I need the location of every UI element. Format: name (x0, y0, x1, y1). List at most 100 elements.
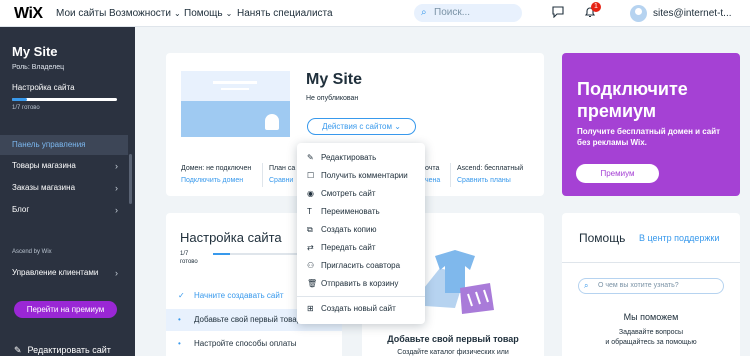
menu-item-label: Создать копию (321, 225, 377, 234)
menu-item-view-site[interactable]: ◉ Смотреть сайт (297, 185, 425, 203)
sidebar-item-label: Товары магазина (12, 161, 76, 170)
nav-hire-expert-label: Нанять специалиста (237, 8, 333, 19)
trash-icon: 🗑 (307, 279, 318, 288)
menu-item-label: Отправить в корзину (321, 279, 399, 288)
support-center-link[interactable]: В центр поддержки (639, 233, 719, 243)
transfer-icon: ⇄ (307, 243, 314, 252)
help-text: Задавайте вопросы и обращайтесь за помощ… (562, 328, 740, 348)
sidebar-role: Роль: Владелец (12, 64, 65, 71)
add-product-title: Добавьте свой первый товар (387, 334, 519, 344)
menu-item-rename[interactable]: T Переименовать (297, 203, 425, 221)
pencil-icon: ✎ (307, 153, 314, 162)
compare-plans-link[interactable]: Сравни (269, 175, 295, 187)
edit-site-button[interactable]: ✎ Редактировать сайт (14, 345, 111, 356)
bullet-icon: • (178, 339, 181, 348)
plan-label: План са (269, 165, 296, 172)
sidebar-item-dashboard[interactable]: Панель управления (0, 135, 128, 155)
copy-icon: ⧉ (307, 225, 313, 234)
add-product-subtitle: Создайте каталог физических или (397, 349, 509, 356)
sidebar: My Site Роль: Владелец Настройка сайта 1… (0, 27, 135, 356)
text-icon: T (307, 207, 312, 216)
help-text-line: и обращайтесь за помощью (605, 339, 697, 346)
top-bar: WiX Мои сайты Возможности ⌄ Помощь ⌄ Нанят… (0, 0, 750, 27)
mail-info: очта чена (425, 163, 440, 187)
sidebar-item-label: Управление клиентами (12, 268, 99, 277)
help-heading: Помощь (579, 231, 626, 245)
setup-step[interactable]: • Настройте способы оплаты (166, 333, 342, 355)
nav-features[interactable]: Возможности ⌄ (109, 8, 181, 19)
wix-logo[interactable]: WiX (14, 5, 43, 23)
menu-item-new-site[interactable]: ⊞ Создать новый сайт (297, 300, 425, 318)
menu-item-trash[interactable]: 🗑 Отправить в корзину (297, 275, 425, 293)
go-premium-button[interactable]: Перейти на премиум (14, 301, 117, 318)
premium-card: Подключите премиум Получите бесплатный д… (562, 53, 740, 196)
help-search-input[interactable]: ⌕ О чем вы хотите узнать? (578, 278, 724, 294)
setup-step-label: Начните создавать сайт (194, 291, 284, 300)
chevron-down-icon: ⌄ (225, 9, 233, 18)
sidebar-setup-label[interactable]: Настройка сайта (12, 83, 75, 92)
sidebar-site-title: My Site (12, 44, 58, 59)
setup-heading: Настройка сайта (180, 230, 282, 245)
premium-button[interactable]: Премиум (576, 164, 659, 183)
sidebar-scrollbar[interactable] (129, 154, 132, 204)
mail-link[interactable]: чена (425, 175, 440, 187)
menu-item-label: Смотреть сайт (321, 189, 376, 198)
site-actions-label: Действия с сайтом (322, 122, 392, 131)
nav-my-sites[interactable]: Мои сайты (56, 8, 106, 19)
sidebar-section-label: Ascend by Wix (12, 249, 52, 255)
menu-item-label: Передать сайт (321, 243, 376, 252)
sidebar-item-blog[interactable]: Блог › (0, 200, 128, 220)
domain-label: Домен: не подключен (181, 165, 252, 172)
site-actions-button[interactable]: Действия с сайтом ⌄ (307, 118, 416, 135)
sidebar-item-label: Заказы магазина (12, 183, 76, 192)
divider (562, 262, 740, 263)
thumbnail-line (213, 81, 257, 84)
chevron-down-icon: ⌄ (173, 9, 181, 18)
user-email[interactable]: sites@internet-t... (653, 8, 732, 19)
connect-domain-link[interactable]: Подключить домен (181, 175, 251, 187)
menu-item-label: Пригласить соавтора (321, 261, 401, 270)
premium-heading-line: Подключите (577, 79, 688, 99)
menu-item-edit[interactable]: ✎ Редактировать (297, 149, 425, 167)
search-icon: ⌕ (584, 281, 589, 290)
menu-item-duplicate[interactable]: ⧉ Создать копию (297, 221, 425, 239)
menu-item-label: Создать новый сайт (321, 304, 396, 313)
site-thumbnail[interactable] (181, 71, 290, 137)
thumbnail-tree (265, 114, 279, 130)
eye-icon: ◉ (307, 189, 314, 198)
pencil-icon: ✎ (14, 345, 22, 355)
domain-info: Домен: не подключен Подключить домен (181, 163, 251, 187)
plan-info: План са Сравни (269, 163, 295, 187)
chevron-right-icon: › (115, 205, 118, 215)
menu-item-get-feedback[interactable]: ☐ Получить комментарии (297, 167, 425, 185)
nav-help[interactable]: Помощь ⌄ (184, 8, 232, 19)
nav-features-label: Возможности (109, 8, 171, 19)
bullet-icon: • (178, 315, 181, 324)
site-status: Не опубликован (306, 95, 359, 102)
search-input[interactable]: ⌕ Поиск... (414, 4, 522, 22)
nav-hire-expert[interactable]: Нанять специалиста (237, 8, 333, 19)
sidebar-item-store-orders[interactable]: Заказы магазина › (0, 178, 128, 198)
menu-item-invite[interactable]: ⚇ Пригласить соавтора (297, 257, 425, 275)
ascend-compare-link[interactable]: Сравнить планы (457, 175, 523, 187)
invite-icon: ⚇ (307, 261, 315, 270)
menu-divider (297, 296, 425, 297)
ascend-info: Ascend: бесплатный Сравнить планы (457, 163, 523, 187)
search-icon: ⌕ (421, 7, 427, 18)
chevron-right-icon: › (115, 268, 118, 278)
sidebar-item-label: Блог (12, 205, 30, 214)
premium-text: Получите бесплатный домен и сайт без рек… (577, 127, 721, 147)
new-site-icon: ⊞ (307, 304, 314, 313)
divider (262, 163, 263, 187)
thumbnail-line (221, 88, 249, 90)
setup-progress-fill (213, 253, 231, 255)
chevron-down-icon: ⌄ (394, 122, 401, 131)
chevron-right-icon: › (115, 161, 118, 171)
sidebar-item-store-products[interactable]: Товары магазина › (0, 156, 128, 176)
sidebar-item-customer-management[interactable]: Управление клиентами › (0, 263, 128, 283)
avatar[interactable] (630, 5, 647, 22)
chat-icon[interactable] (552, 6, 564, 21)
menu-item-transfer[interactable]: ⇄ Передать сайт (297, 239, 425, 257)
search-placeholder: Поиск... (434, 7, 471, 18)
setup-count-label: готово (180, 259, 198, 265)
